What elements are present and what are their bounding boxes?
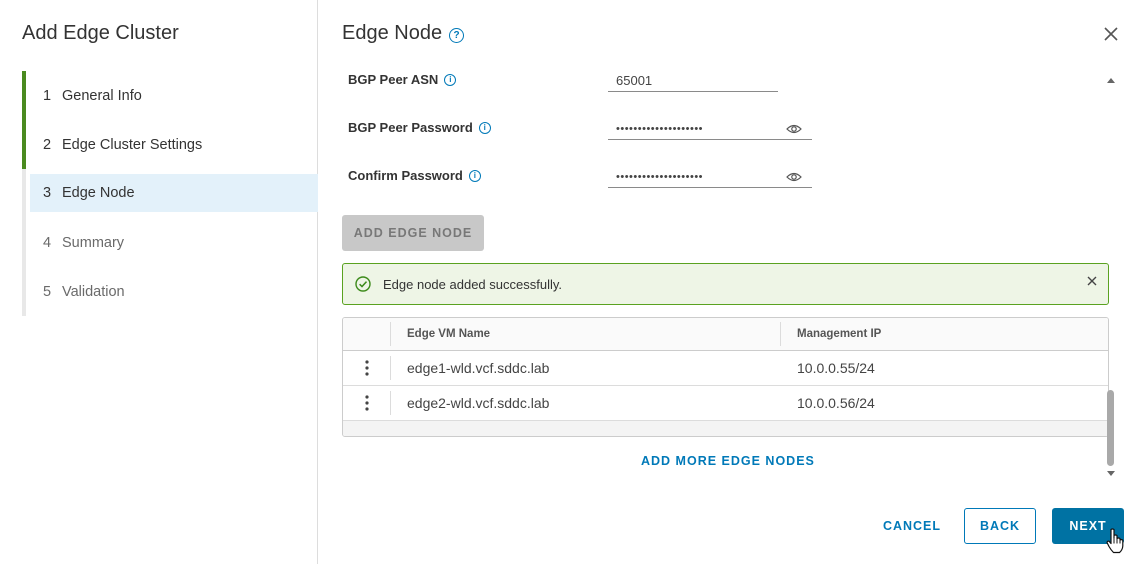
- hand-pointer-cursor-icon: [1106, 528, 1124, 554]
- step-progress-bar: [22, 120, 26, 169]
- success-alert: Edge node added successfully.: [342, 263, 1109, 305]
- step-number: 3: [43, 185, 52, 201]
- step-progress-bar: [22, 71, 26, 120]
- step-progress-bar: [22, 169, 26, 218]
- step-label: Validation: [62, 283, 125, 300]
- row-actions-cell: [343, 391, 391, 415]
- bgp-peer-password-input[interactable]: ••••••••••••••••••••: [608, 118, 812, 140]
- add-more-edge-nodes-button[interactable]: ADD MORE EDGE NODES: [641, 454, 815, 468]
- bgp-peer-password-value: ••••••••••••••••••••: [616, 122, 704, 135]
- info-icon[interactable]: i: [468, 169, 481, 182]
- alert-message: Edge node added successfully.: [383, 276, 562, 292]
- bgp-peer-password-label: BGP Peer Password i: [348, 120, 608, 135]
- scroll-down-arrow-icon[interactable]: [1106, 470, 1116, 478]
- step-validation: 5 Validation: [22, 267, 318, 316]
- table-row: edge1-wld.vcf.sddc.lab 10.0.0.55/24: [343, 351, 1108, 386]
- info-icon[interactable]: i: [478, 121, 491, 134]
- info-icon[interactable]: i: [444, 73, 457, 86]
- confirm-password-label: Confirm Password i: [348, 168, 608, 183]
- wizard-title: Add Edge Cluster: [22, 22, 179, 44]
- step-general-info[interactable]: 1 General Info: [22, 71, 318, 120]
- confirm-password-label-text: Confirm Password: [348, 168, 463, 183]
- step-number: 1: [43, 87, 52, 104]
- row-actions-cell: [343, 356, 391, 380]
- cancel-button[interactable]: CANCEL: [872, 508, 952, 544]
- table-row: edge2-wld.vcf.sddc.lab 10.0.0.56/24: [343, 386, 1108, 421]
- vertical-ellipsis-icon[interactable]: [364, 360, 369, 376]
- edge-node-table: Edge VM Name Management IP edge1-wld.vcf…: [342, 317, 1109, 437]
- bgp-peer-asn-label-text: BGP Peer ASN: [348, 72, 439, 87]
- field-confirm-password: Confirm Password i: [348, 168, 608, 183]
- close-icon[interactable]: [1086, 275, 1098, 287]
- column-header-edge-vm-name[interactable]: Edge VM Name: [391, 322, 781, 346]
- bgp-peer-asn-input[interactable]: 65001: [608, 70, 778, 92]
- step-summary: 4 Summary: [22, 218, 318, 267]
- step-label: General Info: [62, 87, 142, 104]
- edge-vm-name-cell: edge1-wld.vcf.sddc.lab: [407, 360, 550, 376]
- bgp-peer-asn-label: BGP Peer ASN i: [348, 72, 608, 87]
- field-bgp-peer-asn: BGP Peer ASN i: [348, 72, 608, 87]
- step-label: Summary: [62, 234, 125, 251]
- vertical-scrollbar[interactable]: [1106, 74, 1118, 480]
- close-icon[interactable]: [1102, 25, 1120, 43]
- scroll-up-arrow-icon[interactable]: [1106, 76, 1116, 84]
- scrollbar-thumb[interactable]: [1107, 390, 1114, 466]
- field-bgp-peer-password: BGP Peer Password i: [348, 120, 608, 135]
- step-label: Edge Node: [62, 185, 135, 201]
- bgp-peer-asn-value: 65001: [616, 73, 653, 88]
- step-edge-node[interactable]: 3 Edge Node: [22, 169, 318, 218]
- confirm-password-input[interactable]: ••••••••••••••••••••: [608, 166, 812, 188]
- bgp-peer-password-label-text: BGP Peer Password: [348, 120, 473, 135]
- management-ip-cell: 10.0.0.56/24: [797, 395, 875, 411]
- wizard-sidebar: Add Edge Cluster 1 General Info 2 Edge C…: [0, 0, 318, 564]
- step-progress-bar: [22, 267, 26, 316]
- check-circle-icon: [355, 276, 371, 292]
- table-header: Edge VM Name Management IP: [343, 318, 1108, 351]
- back-button[interactable]: BACK: [964, 508, 1036, 544]
- management-ip-cell: 10.0.0.55/24: [797, 360, 875, 376]
- vertical-ellipsis-icon[interactable]: [364, 395, 369, 411]
- table-footer: [343, 421, 1108, 436]
- step-progress-bar: [22, 218, 26, 267]
- action-column-header: [343, 322, 391, 346]
- step-edge-cluster-settings[interactable]: 2 Edge Cluster Settings: [22, 120, 318, 169]
- confirm-password-value: ••••••••••••••••••••: [616, 170, 704, 183]
- page-title-text: Edge Node: [342, 22, 443, 44]
- step-number: 5: [43, 283, 52, 300]
- step-number: 4: [43, 234, 52, 251]
- step-label: Edge Cluster Settings: [62, 136, 203, 153]
- step-number: 2: [43, 136, 52, 153]
- column-header-management-ip[interactable]: Management IP: [781, 318, 881, 350]
- wizard-steps: 1 General Info 2 Edge Cluster Settings 3…: [22, 71, 318, 316]
- page-title: Edge Node ?: [342, 22, 465, 45]
- add-edge-node-button[interactable]: ADD EDGE NODE: [342, 215, 484, 251]
- edge-vm-name-cell: edge2-wld.vcf.sddc.lab: [407, 395, 550, 411]
- main-panel: Edge Node ? BGP Peer ASN i 65001 BGP Pee…: [318, 0, 1144, 564]
- eye-icon[interactable]: [786, 123, 802, 135]
- eye-icon[interactable]: [786, 171, 802, 183]
- question-circle-icon[interactable]: ?: [449, 28, 465, 43]
